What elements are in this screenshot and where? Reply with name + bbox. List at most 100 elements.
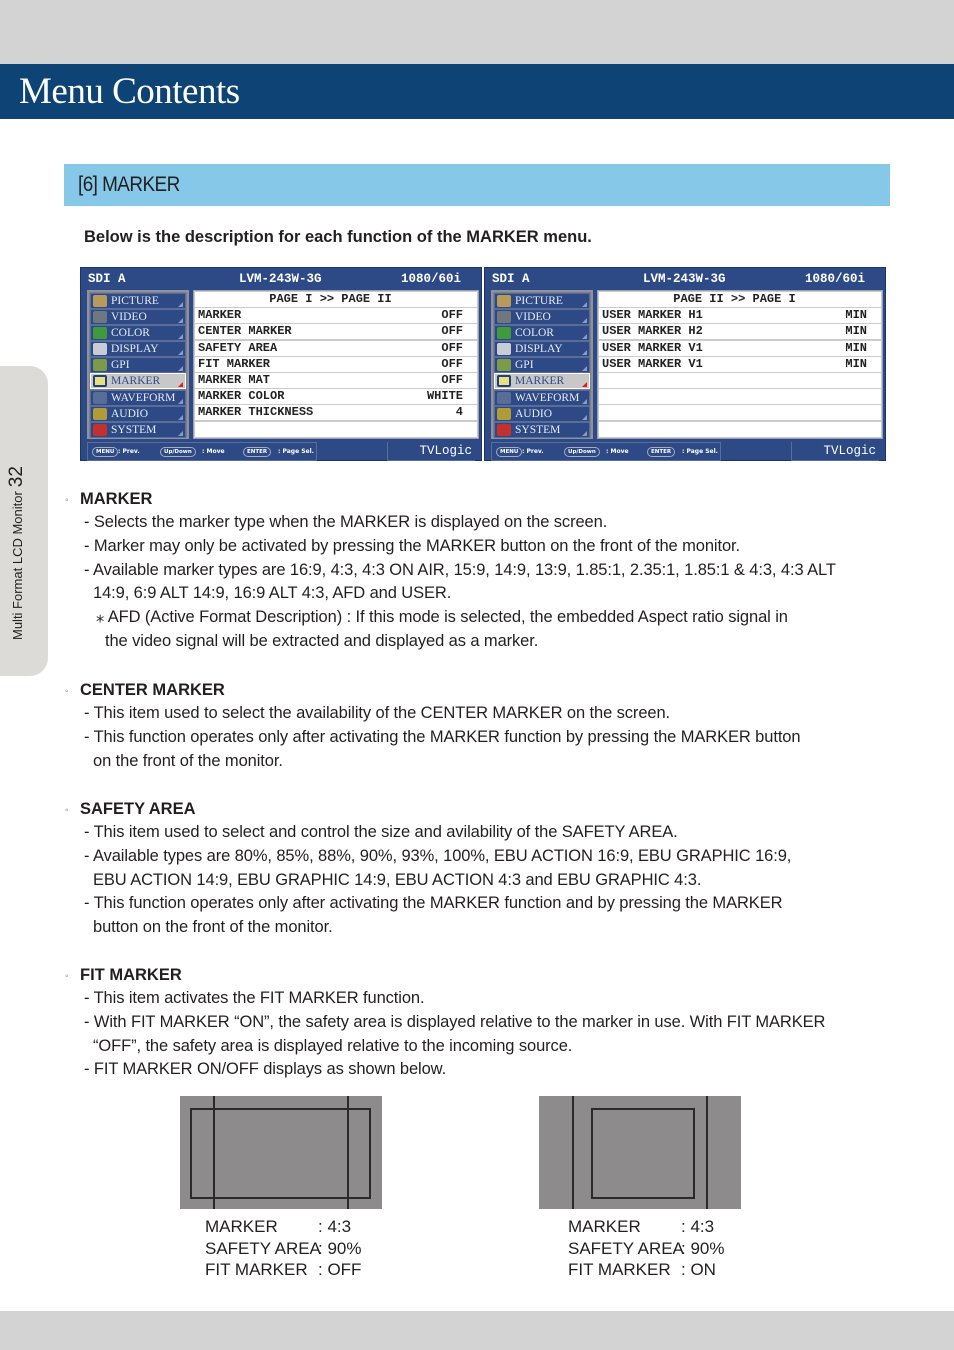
key-up-down-icon: Up/Down xyxy=(160,447,196,457)
osd-setting-row[interactable]: MARKER MAT OFF xyxy=(195,372,477,390)
osd-menu-item-display[interactable]: DISPLAY xyxy=(494,341,590,358)
osd-screenshot-page-1: SDI A LVM-243W-3G 1080/60i PICTURE VIDEO COLO… xyxy=(80,267,482,461)
osd-setting-row[interactable]: USER MARKER H2 MIN xyxy=(599,324,881,341)
osd-page-title-text: PAGE I >> PAGE II xyxy=(269,292,392,306)
submenu-corner-icon xyxy=(178,350,183,356)
osd-menu-item-audio[interactable]: AUDIO xyxy=(90,405,186,422)
osd-brand-logo: TVLogic xyxy=(387,442,475,461)
osd-menu-item-video[interactable]: VIDEO xyxy=(494,309,590,326)
osd-menu-item-label: GPI xyxy=(111,359,130,372)
osd-menu-item-label: MARKER xyxy=(515,375,565,388)
key-action-label: : Move xyxy=(202,448,225,455)
caption-row: SAFETY AREA: 90% xyxy=(568,1238,724,1260)
osd-menu-item-color[interactable]: COLOR xyxy=(494,325,590,342)
osd-setting-row[interactable]: MARKER OFF xyxy=(195,308,477,325)
osd-setting-row[interactable]: CENTER MARKER OFF xyxy=(195,324,477,341)
osd-header: SDI A LVM-243W-3G 1080/60i xyxy=(81,268,481,290)
osd-menu-item-color[interactable]: COLOR xyxy=(90,325,186,342)
description-line: - This item activates the FIT MARKER fun… xyxy=(84,989,425,1007)
osd-menu-item-picture[interactable]: PICTURE xyxy=(494,293,590,309)
osd-menu-item-label: DISPLAY xyxy=(515,343,563,356)
caption-value: : 90% xyxy=(318,1238,362,1258)
osd-menu-item-waveform[interactable]: WAVEFORM xyxy=(90,389,186,406)
marker-line-right xyxy=(706,1096,708,1209)
description-line: - This function operates only after acti… xyxy=(84,894,783,913)
picture-palette-icon xyxy=(497,295,511,307)
osd-setting-row[interactable] xyxy=(599,389,881,406)
osd-setting-value: OFF xyxy=(441,356,463,371)
osd-menu-item-gpi[interactable]: GPI xyxy=(90,357,186,374)
fit-off-caption: MARKER: 4:3 SAFETY AREA: 90% FIT MARKER: O… xyxy=(205,1216,361,1281)
osd-setting-row[interactable]: USER MARKER V1 MIN xyxy=(599,340,881,357)
osd-setting-row[interactable] xyxy=(599,372,881,390)
description-line: EBU ACTION 14:9, EBU GRAPHIC 14:9, EBU A… xyxy=(93,870,702,889)
description-line: the video signal will be extracted and d… xyxy=(105,631,539,650)
osd-setting-row[interactable] xyxy=(599,405,881,422)
osd-setting-name: MARKER MAT xyxy=(198,372,271,387)
osd-menu-item-system[interactable]: SYSTEM xyxy=(494,421,590,438)
osd-menu-list: PICTURE VIDEO COLOR DISPLAY GPI MARKER WAVEFOR… xyxy=(491,290,593,439)
osd-setting-row[interactable] xyxy=(195,421,477,438)
section-center-marker: ◦ CENTER MARKER - This item used to select… xyxy=(64,678,801,773)
header-bar: Menu Contents xyxy=(0,64,954,119)
submenu-corner-icon xyxy=(582,334,587,340)
osd-menu-item-gpi[interactable]: GPI xyxy=(494,357,590,374)
caption-value: : 4:3 xyxy=(318,1217,352,1236)
osd-setting-row[interactable]: USER MARKER H1 MIN xyxy=(599,308,881,325)
osd-menu-item-audio[interactable]: AUDIO xyxy=(494,405,590,422)
key-action-label: : Page Sel. xyxy=(278,448,314,455)
key-up-down-icon: Up/Down xyxy=(564,447,600,457)
osd-menu-item-marker[interactable]: MARKER xyxy=(494,373,590,390)
caption-row: FIT MARKER: OFF xyxy=(205,1259,361,1281)
osd-setting-row[interactable]: MARKER COLOR WHITE xyxy=(195,389,477,406)
osd-menu-item-waveform[interactable]: WAVEFORM xyxy=(494,389,590,406)
osd-menu-item-system[interactable]: SYSTEM xyxy=(90,421,186,438)
submenu-corner-icon xyxy=(582,414,587,420)
osd-menu-item-label: GPI xyxy=(515,359,534,372)
caption-key: MARKER xyxy=(568,1217,641,1236)
osd-setting-row[interactable]: USER MARKER V1 MIN xyxy=(599,356,881,373)
key-action-label: : Prev. xyxy=(522,448,544,455)
osd-setting-name: USER MARKER H1 xyxy=(602,308,703,323)
description-line: - FIT MARKER ON/OFF displays as shown be… xyxy=(84,1060,447,1079)
osd-setting-row[interactable]: FIT MARKER OFF xyxy=(195,356,477,373)
osd-menu-item-label: SYSTEM xyxy=(515,423,561,436)
side-label: Multi Format LCD Monitor 32 xyxy=(6,340,28,640)
osd-menu-item-label: AUDIO xyxy=(111,407,149,420)
description-line: - With FIT MARKER “ON”, the safety area … xyxy=(84,1012,826,1031)
osd-menu-item-marker[interactable]: MARKER xyxy=(90,373,186,390)
osd-menu-item-label: WAVEFORM xyxy=(111,391,176,404)
description-line: - This item used to select and control t… xyxy=(84,823,678,841)
osd-menu-item-display[interactable]: DISPLAY xyxy=(90,341,186,358)
osd-page-title[interactable]: PAGE II >> PAGE I xyxy=(599,292,881,309)
osd-page-title[interactable]: PAGE I >> PAGE II xyxy=(195,292,477,309)
osd-model-name: LVM-243W-3G xyxy=(239,272,322,286)
osd-setting-name: FIT MARKER xyxy=(198,356,271,371)
osd-input-source: SDI A xyxy=(492,272,530,286)
osd-header: SDI A LVM-243W-3G 1080/60i xyxy=(485,268,885,290)
osd-menu-item-video[interactable]: VIDEO xyxy=(90,309,186,326)
submenu-corner-icon xyxy=(582,382,587,388)
submenu-corner-icon xyxy=(178,318,183,324)
submenu-corner-icon xyxy=(178,430,183,436)
submenu-corner-icon xyxy=(178,302,183,307)
key-enter-icon: ENTER xyxy=(647,447,676,457)
safety-area-frame xyxy=(591,1108,695,1199)
osd-setting-name: MARKER xyxy=(198,308,242,323)
submenu-corner-icon xyxy=(178,334,183,340)
intro-text: Below is the description for each functi… xyxy=(84,228,592,246)
osd-menu-item-picture[interactable]: PICTURE xyxy=(90,293,186,309)
osd-key-guide: MENU: Prev. Up/Down: Move ENTER: Page Sel. xyxy=(87,442,317,461)
section-heading: ◦ FIT MARKER xyxy=(64,963,825,987)
video-camera-icon xyxy=(93,311,107,324)
osd-setting-name: MARKER THICKNESS xyxy=(198,405,314,420)
caption-key: FIT MARKER xyxy=(568,1260,671,1279)
osd-setting-row[interactable] xyxy=(599,421,881,438)
osd-setting-row[interactable]: MARKER THICKNESS 4 xyxy=(195,405,477,422)
osd-setting-name: CENTER MARKER xyxy=(198,324,292,339)
osd-screenshot-page-2: SDI A LVM-243W-3G 1080/60i PICTURE VIDEO COLO… xyxy=(484,267,886,461)
osd-setting-value: MIN xyxy=(845,356,867,371)
marker-square-icon xyxy=(497,375,511,388)
description-line: 14:9, 6:9 ALT 14:9, 16:9 ALT 4:3, AFD an… xyxy=(93,584,452,603)
osd-setting-row[interactable]: SAFETY AREA OFF xyxy=(195,340,477,357)
